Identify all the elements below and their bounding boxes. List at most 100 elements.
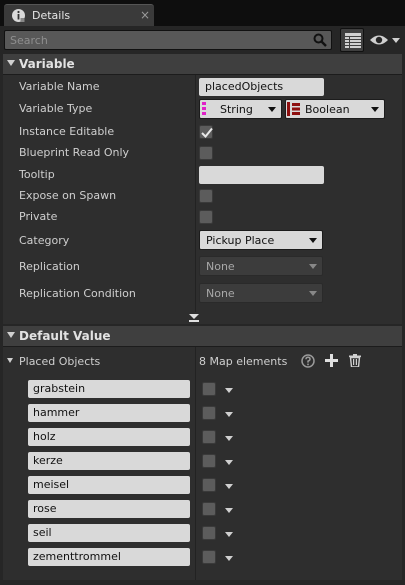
chevron-down-icon[interactable] (225, 508, 233, 513)
key-type-dropdown[interactable]: String (199, 99, 282, 119)
search-icon[interactable] (313, 33, 327, 47)
map-value-checkbox[interactable] (202, 454, 216, 468)
map-value-checkbox[interactable] (202, 406, 216, 420)
value-type-dropdown[interactable]: Boolean (285, 99, 385, 119)
map-value-checkbox[interactable] (202, 550, 216, 564)
tab-details[interactable]: Details × (4, 4, 154, 26)
section-title: Variable (19, 57, 75, 71)
show-advanced-button[interactable] (3, 312, 402, 324)
view-options-button[interactable] (368, 30, 402, 50)
tab-label: Details (32, 9, 71, 22)
map-key-input[interactable]: seil (28, 524, 190, 542)
property-label: Instance Editable (19, 125, 115, 138)
add-icon[interactable] (325, 354, 338, 370)
property-label: Expose on Spawn (19, 189, 117, 202)
map-key-input[interactable]: meisel (28, 476, 190, 494)
property-label: Tooltip (19, 168, 55, 181)
property-label: Variable Type (19, 102, 93, 115)
map-value-checkbox[interactable] (202, 502, 216, 516)
boolean-type-icon (287, 101, 301, 117)
map-value-checkbox[interactable] (202, 478, 216, 492)
map-key-input[interactable]: holz (28, 428, 190, 446)
chevron-down-icon[interactable] (225, 388, 233, 393)
replication-value: None (206, 260, 235, 273)
trash-icon[interactable] (349, 354, 361, 370)
map-entry: grabstein (3, 377, 402, 401)
chevron-down-icon[interactable] (225, 436, 233, 441)
eye-icon (368, 35, 402, 53)
map-key-input[interactable]: hammer (28, 404, 190, 422)
chevron-down-icon[interactable] (225, 460, 233, 465)
collapse-arrow-icon (7, 60, 15, 66)
variable-properties: Variable Name placedObjects Variable Typ… (3, 75, 402, 312)
property-label: Variable Name (19, 80, 100, 93)
property-label: Placed Objects (19, 355, 101, 368)
map-key-input[interactable]: kerze (28, 452, 190, 470)
map-entry: holz (3, 425, 402, 449)
map-value-checkbox[interactable] (202, 526, 216, 540)
row-variable-name: Variable Name placedObjects (3, 76, 402, 97)
row-replication-condition: Replication Condition None (3, 283, 402, 304)
map-key-input[interactable]: zementtrommel (28, 548, 190, 566)
chevron-down-icon (309, 291, 317, 296)
variable-section-header[interactable]: Variable (3, 54, 402, 75)
category-dropdown[interactable]: Pickup Place (199, 230, 323, 250)
replication-condition-value: None (206, 287, 235, 300)
chevron-down-icon (309, 264, 317, 269)
string-type-icon (202, 102, 206, 116)
chevron-down-icon[interactable] (225, 484, 233, 489)
chevron-down-icon (309, 238, 317, 243)
property-label: Category (19, 234, 70, 247)
collapse-arrow-icon[interactable] (7, 358, 13, 363)
map-count: 8 Map elements (199, 355, 288, 368)
map-entry: rose (3, 497, 402, 521)
chevron-down-icon (371, 107, 379, 112)
expand-arrow-icon (189, 314, 199, 319)
property-label: Blueprint Read Only (19, 146, 130, 159)
title-bar: Details × (0, 0, 405, 26)
instance-editable-checkbox[interactable] (199, 125, 213, 139)
row-blueprint-read-only: Blueprint Read Only (3, 142, 402, 163)
map-value-checkbox[interactable] (202, 382, 216, 396)
category-value: Pickup Place (206, 234, 275, 247)
private-checkbox[interactable] (199, 210, 213, 224)
default-value-properties: Placed Objects 8 Map elements grabstein … (3, 347, 402, 580)
map-key-input[interactable]: grabstein (28, 380, 190, 398)
replication-dropdown[interactable]: None (199, 256, 323, 276)
row-expose-on-spawn: Expose on Spawn (3, 185, 402, 206)
help-icon[interactable] (301, 354, 315, 371)
map-entry: kerze (3, 449, 402, 473)
checkmark-icon (201, 127, 213, 138)
property-label: Replication (19, 260, 80, 273)
property-label: Private (19, 210, 58, 223)
row-replication: Replication None (3, 256, 402, 277)
chevron-down-icon (268, 107, 276, 112)
variable-name-input[interactable]: placedObjects (199, 78, 324, 96)
default-value-section-header[interactable]: Default Value (3, 326, 402, 347)
chevron-down-icon[interactable] (225, 556, 233, 561)
row-placed-objects: Placed Objects 8 Map elements (3, 351, 402, 373)
row-variable-type: Variable Type String Boolean (3, 98, 402, 119)
row-instance-editable: Instance Editable (3, 121, 402, 142)
map-value-checkbox[interactable] (202, 430, 216, 444)
replication-condition-dropdown[interactable]: None (199, 283, 323, 303)
blueprint-read-only-checkbox[interactable] (199, 146, 213, 160)
tooltip-input[interactable] (199, 166, 324, 184)
expose-on-spawn-checkbox[interactable] (199, 189, 213, 203)
expand-bar-icon (189, 320, 199, 322)
map-key-input[interactable]: rose (28, 500, 190, 518)
close-icon[interactable]: × (140, 8, 150, 22)
search-input[interactable] (5, 31, 311, 49)
chevron-down-icon[interactable] (225, 532, 233, 537)
value-type-label: Boolean (305, 103, 350, 116)
search-bar (4, 30, 332, 50)
property-label: Replication Condition (19, 287, 136, 300)
map-entry: seil (3, 521, 402, 545)
info-icon (11, 8, 26, 23)
row-tooltip: Tooltip (3, 164, 402, 185)
key-type-label: String (220, 103, 253, 116)
details-panel: Variable Variable Name placedObjects Var… (0, 26, 405, 585)
map-entry: hammer (3, 401, 402, 425)
chevron-down-icon[interactable] (225, 412, 233, 417)
property-matrix-button[interactable] (340, 28, 364, 52)
